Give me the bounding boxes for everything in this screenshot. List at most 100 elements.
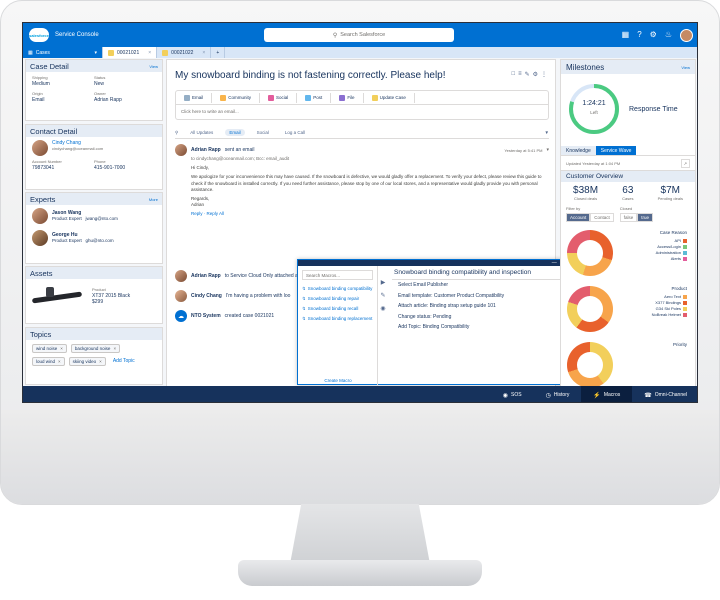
case-reason-chart: Case Reason API Access/Login Administrat… (561, 228, 695, 278)
macro-item[interactable]: ↯ Snowboard binding replacement (298, 314, 377, 324)
action-email[interactable]: Email (176, 92, 213, 103)
tab-case-1[interactable]: 00021021 × (103, 47, 158, 58)
clock-icon: ◷ (545, 392, 551, 399)
macro-list: Search Macros... ↯ Snowboard binding comp… (298, 266, 378, 386)
card-title: Experts (30, 194, 56, 204)
action-file[interactable]: File (331, 92, 364, 103)
topic-pill[interactable]: wind noise × (32, 344, 67, 353)
filter-log-a-call[interactable]: Log a Call (281, 129, 309, 136)
email-recipients: to cindychang@oceanmail.com; Bcc: email_… (191, 156, 290, 161)
snowboard-image (32, 283, 82, 309)
topic-pill[interactable]: loud wind × (32, 357, 65, 366)
email-icon (184, 94, 190, 101)
product-donut (567, 286, 613, 332)
status-value: New (94, 81, 105, 87)
reply-all-button[interactable]: Reply All (207, 211, 225, 216)
user-avatar[interactable] (680, 28, 693, 42)
macro-item[interactable]: ↯ Snowboard binding repair (298, 294, 377, 304)
close-icon[interactable]: × (99, 359, 102, 364)
update-case-icon (371, 94, 378, 101)
post-icon (305, 94, 312, 101)
filter-email[interactable]: Email (225, 129, 245, 136)
close-icon[interactable]: × (60, 346, 63, 351)
macro-item[interactable]: ↯ Snowboard binding compatibility (298, 284, 377, 294)
global-header: salesforce Service Console ⚲ Search Sale… (23, 23, 697, 47)
account-contact-toggle[interactable]: Account Contact (566, 213, 614, 222)
edit-icon[interactable]: ✎ (380, 292, 385, 299)
gear-icon[interactable]: ⚙ (650, 28, 657, 42)
macro-step: Attach article: Binding strap setup guid… (398, 303, 496, 309)
add-tab-button[interactable]: + (211, 47, 226, 58)
external-link-icon[interactable]: ↗ (680, 158, 690, 168)
create-macro-link[interactable]: Create Macro (298, 378, 378, 383)
close-icon[interactable]: × (58, 359, 61, 364)
close-icon[interactable]: × (113, 346, 116, 351)
monitor-chin (1, 410, 719, 504)
list-item[interactable]: Jason Wang Product Expert jwang@nto.com (26, 205, 162, 227)
action-community[interactable]: Community (212, 92, 261, 103)
more-link[interactable]: More (149, 197, 158, 202)
feed-author[interactable]: Adrian Rapp (191, 147, 221, 153)
lightning-icon: ↯ (302, 296, 306, 301)
topic-pill[interactable]: skiing video × (68, 357, 106, 366)
right-sidebar: Milestones View 1:24:21 Left Response Tim… (560, 59, 696, 387)
email-composer-input[interactable]: Click here to write an email... (176, 105, 548, 118)
topic-pill[interactable]: background noise × (70, 344, 121, 353)
community-icon (220, 94, 227, 101)
help-icon[interactable]: ? (637, 28, 641, 42)
macro-step: Select Email Publisher (398, 282, 449, 288)
notification-bell-icon[interactable]: ♨ (665, 28, 672, 42)
chevron-down-icon[interactable]: ▾ (546, 147, 549, 153)
filter-social[interactable]: Social (253, 129, 273, 136)
chat-icon[interactable]: □ (511, 71, 515, 78)
gear-icon[interactable]: ⚙ (533, 71, 538, 78)
list-icon[interactable]: ≡ (518, 71, 522, 78)
macro-item[interactable]: ↯ Snowboard binding recall (298, 304, 377, 314)
utility-history[interactable]: ◷ History (534, 386, 582, 402)
experts-card: Experts More Jason Wang Product Expert jw… (25, 192, 163, 264)
play-icon[interactable]: ▶ (381, 279, 386, 286)
list-item[interactable]: George Hu Product Expert ghu@nto.com (26, 227, 162, 249)
navigation-menu[interactable]: ▦ Cases ▾ (23, 47, 103, 58)
lightning-icon: ↯ (302, 316, 306, 321)
macro-detail: Snowboard binding compatibility and insp… (392, 266, 568, 333)
utility-sos[interactable]: ◉ SOS (491, 386, 534, 402)
asset-item[interactable]: Product XT37 2015 Black $299 (26, 279, 162, 313)
search-icon[interactable]: ⚲ (175, 130, 178, 136)
tab-knowledge[interactable]: Knowledge (561, 146, 596, 155)
contact-detail-card: Contact Detail Cindy Chang cindychang@oc… (25, 124, 163, 190)
global-search-input[interactable]: ⚲ Search Salesforce (264, 28, 454, 42)
filter-all-updates[interactable]: All Updates (186, 129, 217, 136)
tab-case-2[interactable]: 00021022 × (157, 47, 212, 58)
product-price: $299 (92, 299, 104, 305)
app-launcher-icon[interactable]: ▦ (622, 28, 630, 42)
milestone-progress-ring (569, 84, 619, 134)
feed-author[interactable]: Adrian Rapp (191, 273, 221, 279)
view-icon[interactable]: ◉ (380, 305, 385, 312)
header-icons: ▦ ? ⚙ ♨ (622, 28, 693, 42)
filter-icon[interactable]: ▼ (545, 130, 549, 135)
utility-macros[interactable]: ⚡ Macros (581, 386, 633, 402)
action-social[interactable]: Social (260, 92, 298, 103)
more-icon[interactable]: ⋮ (541, 71, 547, 78)
reply-button[interactable]: Reply (191, 211, 203, 216)
close-icon[interactable]: × (148, 50, 151, 56)
feed-item-email: Adrian Rapp sent an email Yesterday at 5… (175, 144, 549, 216)
compose-icon[interactable]: ✎ (525, 71, 530, 78)
utility-bar: ◉ SOS ◷ History ⚡ Macros ☎ Omni-Channel (23, 386, 697, 402)
view-link[interactable]: View (149, 64, 158, 69)
action-update-case[interactable]: Update Case (364, 92, 415, 103)
view-link[interactable]: View (681, 65, 690, 70)
utility-omni-channel[interactable]: ☎ Omni-Channel (632, 386, 697, 402)
closed-toggle[interactable]: false true (619, 213, 654, 222)
action-post[interactable]: Post (297, 92, 332, 103)
feed-author[interactable]: Cindy Chang (191, 293, 222, 299)
close-icon[interactable]: × (202, 50, 205, 56)
add-topic-button[interactable]: Add Topic (110, 357, 138, 366)
macro-search-input[interactable]: Search Macros... (302, 270, 373, 280)
contact-email[interactable]: cindychang@oceanmail.com (52, 146, 103, 151)
salesforce-logo[interactable]: salesforce (29, 28, 49, 42)
card-title: Assets (30, 268, 53, 278)
tab-service-wave[interactable]: Service Wave (595, 146, 637, 155)
shipping-value: Medium (32, 81, 50, 87)
